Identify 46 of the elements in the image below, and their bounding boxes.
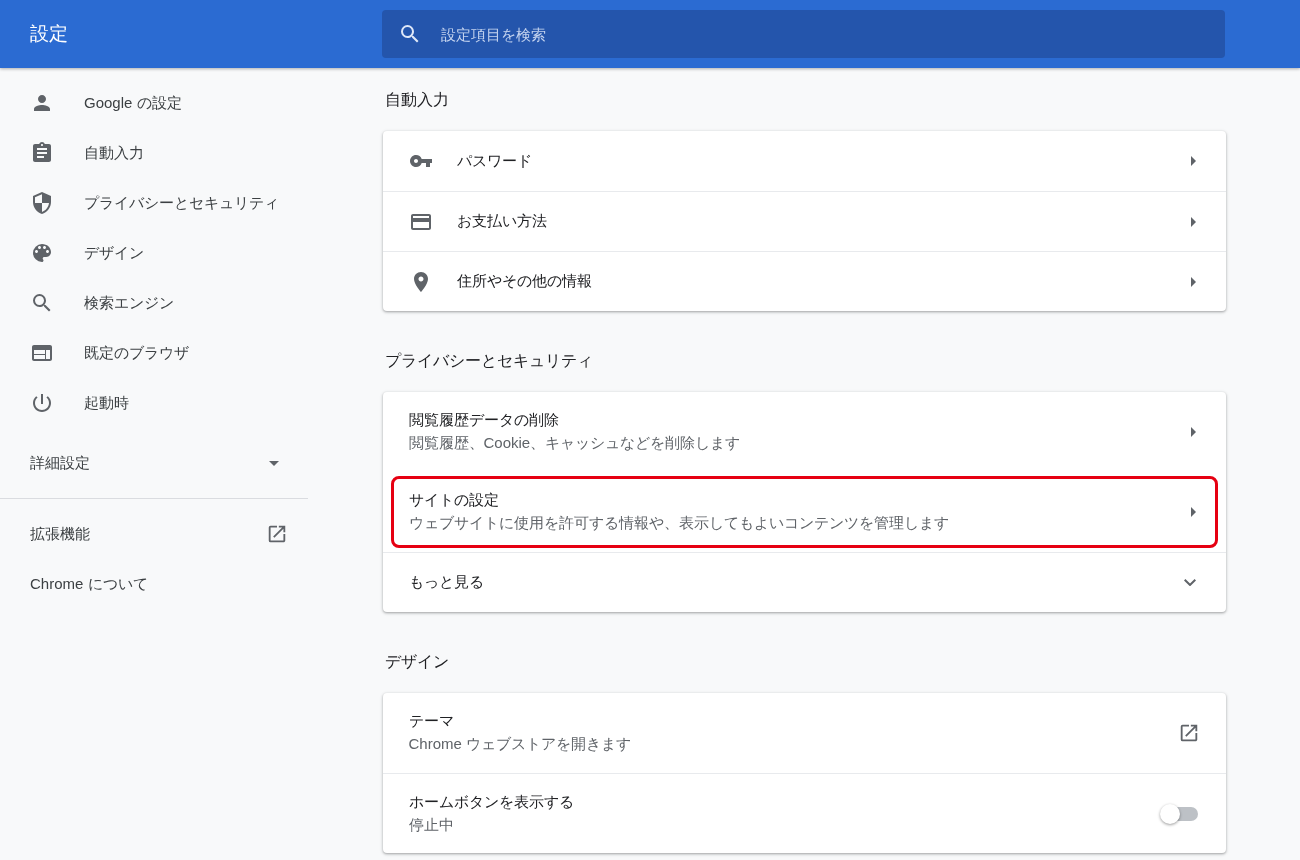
section-heading: 自動入力 <box>383 90 450 110</box>
sidebar-item[interactable]: 検索エンジン <box>0 278 308 328</box>
arrow-right-icon <box>1190 216 1196 227</box>
toggle-switch[interactable] <box>1161 806 1198 821</box>
sidebar-item[interactable]: Google の設定 <box>0 78 308 128</box>
row-title: テーマ <box>408 712 455 731</box>
sidebar-item[interactable]: 自動入力 <box>0 128 308 178</box>
shield-icon <box>30 191 54 215</box>
palette-icon <box>30 241 54 265</box>
power-icon <box>30 391 54 415</box>
arrow-right-icon <box>1190 276 1196 287</box>
row-description: 停止中 <box>408 815 455 835</box>
sidebar-link[interactable]: Chrome について <box>0 559 308 609</box>
row-title: パスワード <box>456 151 533 171</box>
row-title: 閲覧履歴データの削除 <box>408 411 560 430</box>
settings-row[interactable]: テーマ Chrome ウェブストアを開きます <box>382 693 1226 773</box>
row-title: 住所やその他の情報 <box>456 272 593 291</box>
row-description: 閲覧履歴、Cookie、キャッシュなどを削除します <box>408 434 742 453</box>
row-title: もっと見る <box>408 573 485 592</box>
row-description: Chrome ウェブストアを開きます <box>408 735 633 754</box>
settings-row[interactable]: 閲覧履歴データの削除 閲覧履歴、Cookie、キャッシュなどを削除します <box>382 392 1226 472</box>
clipboard-icon <box>30 141 54 165</box>
advanced-toggle[interactable]: 詳細設定 <box>0 438 308 488</box>
row-title: サイトの設定 <box>408 491 500 510</box>
section-heading: プライバシーとセキュリティ <box>383 351 594 371</box>
section-heading: デザイン <box>383 652 450 672</box>
sidebar-item[interactable]: デザイン <box>0 228 308 278</box>
row-description: ウェブサイトに使用を許可する情報や、表示してもよいコンテンツを管理します <box>408 514 950 533</box>
arrow-right-icon <box>1190 156 1196 166</box>
sidebar-item[interactable]: プライバシーとセキュリティ <box>0 178 308 228</box>
search-field[interactable]: 設定項目を検索 <box>439 24 1225 44</box>
search-bar[interactable]: 設定項目を検索 <box>382 10 1225 58</box>
row-title: ホームボタンを表示する <box>408 792 575 812</box>
settings-row[interactable]: もっと見る <box>382 552 1226 612</box>
sidebar-item[interactable]: 起動時 <box>0 378 308 428</box>
settings-row[interactable]: パスワード <box>382 131 1226 191</box>
page-title: 設定 <box>29 22 69 46</box>
settings-row[interactable]: サイトの設定 ウェブサイトに使用を許可する情報や、表示してもよいコンテンツを管理します <box>390 476 1218 548</box>
settings-row[interactable]: ホームボタンを表示する 停止中 <box>382 773 1226 853</box>
arrow-right-icon <box>1190 507 1196 517</box>
sidebar-item[interactable]: 既定のブラウザ <box>0 328 308 378</box>
row-title: お支払い方法 <box>456 212 548 231</box>
arrow-right-icon <box>1190 427 1196 437</box>
settings-row[interactable]: 住所やその他の情報 <box>382 251 1226 311</box>
settings-row[interactable]: お支払い方法 <box>382 191 1226 251</box>
sidebar-link[interactable]: 拡張機能 <box>0 509 308 559</box>
